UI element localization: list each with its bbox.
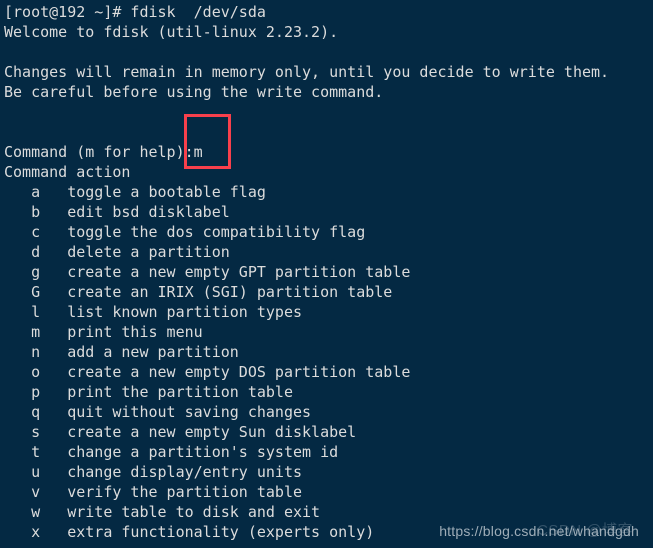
menu-item-description: toggle the dos compatibility flag bbox=[67, 223, 366, 241]
menu-item-key: u bbox=[31, 463, 41, 481]
menu-item-key: m bbox=[31, 323, 41, 341]
menu-item[interactable]: p print the partition table bbox=[4, 382, 653, 402]
menu-item-description: print this menu bbox=[67, 323, 203, 341]
menu-item[interactable]: u change display/entry units bbox=[4, 462, 653, 482]
command-input-line[interactable]: Command (m for help):m bbox=[4, 142, 653, 162]
welcome-line: Welcome to fdisk (util-linux 2.23.2). bbox=[4, 23, 339, 41]
menu-item-key: c bbox=[31, 223, 41, 241]
menu-item-description: write table to disk and exit bbox=[67, 503, 321, 521]
menu-item-key: d bbox=[31, 243, 41, 261]
notice-line-1: Changes will remain in memory only, unti… bbox=[4, 63, 610, 81]
menu-item-key: n bbox=[31, 343, 41, 361]
command-action-header: Command action bbox=[4, 163, 131, 181]
menu-item-description: change display/entry units bbox=[67, 463, 303, 481]
menu-item-key: p bbox=[31, 383, 41, 401]
menu-item-key: x bbox=[31, 523, 41, 541]
menu-item-key: s bbox=[31, 423, 41, 441]
menu-item-description: change a partition's system id bbox=[67, 443, 339, 461]
menu-item-description: verify the partition table bbox=[67, 483, 303, 501]
menu-item[interactable]: q quit without saving changes bbox=[4, 402, 653, 422]
menu-item-description: create a new empty DOS partition table bbox=[67, 363, 411, 381]
menu-item-key: l bbox=[31, 303, 41, 321]
menu-item[interactable]: G create an IRIX (SGI) partition table bbox=[4, 282, 653, 302]
menu-item[interactable]: s create a new empty Sun disklabel bbox=[4, 422, 653, 442]
menu-item[interactable]: t change a partition's system id bbox=[4, 442, 653, 462]
watermark-url: https://blog.csdn.net/whandgdh bbox=[439, 523, 639, 539]
menu-item[interactable]: a toggle a bootable flag bbox=[4, 182, 653, 202]
menu-item[interactable]: l list known partition types bbox=[4, 302, 653, 322]
menu-item-description: create a new empty GPT partition table bbox=[67, 263, 411, 281]
menu-item-key: a bbox=[31, 183, 41, 201]
menu-item[interactable]: m print this menu bbox=[4, 322, 653, 342]
menu-item-key: v bbox=[31, 483, 41, 501]
terminal-window[interactable]: [root@192 ~]# fdisk /dev/sda Welcome to … bbox=[0, 0, 653, 548]
menu-item[interactable]: v verify the partition table bbox=[4, 482, 653, 502]
menu-item-description: toggle a bootable flag bbox=[67, 183, 266, 201]
menu-item-description: add a new partition bbox=[67, 343, 239, 361]
menu-item-description: create a new empty Sun disklabel bbox=[67, 423, 357, 441]
menu-item[interactable]: b edit bsd disklabel bbox=[4, 202, 653, 222]
menu-item[interactable]: o create a new empty DOS partition table bbox=[4, 362, 653, 382]
menu-item-key: q bbox=[31, 403, 41, 421]
menu-item-description: print the partition table bbox=[67, 383, 293, 401]
prompt-line: [root@192 ~]# fdisk /dev/sda bbox=[4, 3, 266, 21]
command-input-value[interactable]: m bbox=[194, 143, 203, 161]
menu-item[interactable]: n add a new partition bbox=[4, 342, 653, 362]
menu-item-description: extra functionality (experts only) bbox=[67, 523, 375, 541]
menu-item-description: delete a partition bbox=[67, 243, 230, 261]
menu-item-key: t bbox=[31, 443, 41, 461]
menu-item-key: o bbox=[31, 363, 41, 381]
command-prompt-label: Command (m for help): bbox=[4, 143, 194, 161]
menu-item-key: w bbox=[31, 503, 41, 521]
menu-item[interactable]: c toggle the dos compatibility flag bbox=[4, 222, 653, 242]
menu-item-description: list known partition types bbox=[67, 303, 303, 321]
menu-item-key: G bbox=[31, 283, 41, 301]
menu-item-description: edit bsd disklabel bbox=[67, 203, 230, 221]
menu-item-key: b bbox=[31, 203, 41, 221]
menu-item-description: create an IRIX (SGI) partition table bbox=[67, 283, 393, 301]
menu-item-description: quit without saving changes bbox=[67, 403, 312, 421]
command-menu-list: a toggle a bootable flag b edit bsd disk… bbox=[4, 182, 653, 542]
notice-line-2: Be careful before using the write comman… bbox=[4, 83, 384, 101]
menu-item[interactable]: d delete a partition bbox=[4, 242, 653, 262]
menu-item[interactable]: g create a new empty GPT partition table bbox=[4, 262, 653, 282]
menu-item-key: g bbox=[31, 263, 41, 281]
